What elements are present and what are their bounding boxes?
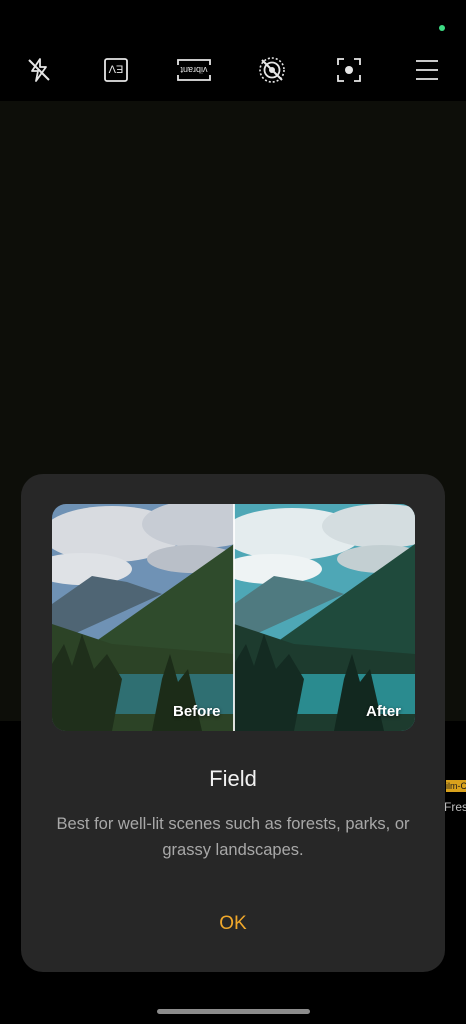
filter-info-dialog: Before After Field Best for well-lit sce…: [21, 474, 445, 972]
focus-button[interactable]: [327, 48, 371, 92]
flash-off-icon: [28, 58, 50, 82]
before-after-divider[interactable]: [233, 504, 235, 731]
vibrant-filter-button[interactable]: vibrant: [172, 48, 216, 92]
exposure-button[interactable]: EV: [94, 48, 138, 92]
menu-icon: [416, 60, 439, 80]
after-label: After: [366, 703, 402, 720]
before-label: Before: [173, 703, 221, 720]
exposure-icon: EV: [104, 58, 129, 82]
live-photo-off-icon: [258, 57, 285, 83]
status-indicator-dot: [439, 25, 445, 31]
vibrant-filter-icon: vibrant: [177, 59, 212, 81]
home-indicator[interactable]: [157, 1009, 310, 1014]
filter-label[interactable]: Fres: [444, 800, 466, 814]
live-photo-button[interactable]: [250, 48, 294, 92]
filter-badge: ilm-C: [446, 780, 466, 792]
dialog-title: Field: [209, 766, 257, 791]
ok-button[interactable]: OK: [193, 906, 273, 942]
exposure-label: EV: [108, 63, 123, 75]
flash-button[interactable]: [17, 48, 61, 92]
menu-button[interactable]: [405, 48, 449, 92]
camera-top-toolbar: EV vibrant: [0, 40, 466, 100]
focus-icon: [337, 58, 362, 82]
vibrant-label: vibrant: [180, 65, 208, 75]
before-after-preview: Before After: [52, 504, 415, 731]
dialog-description: Best for well-lit scenes such as forests…: [56, 815, 410, 859]
